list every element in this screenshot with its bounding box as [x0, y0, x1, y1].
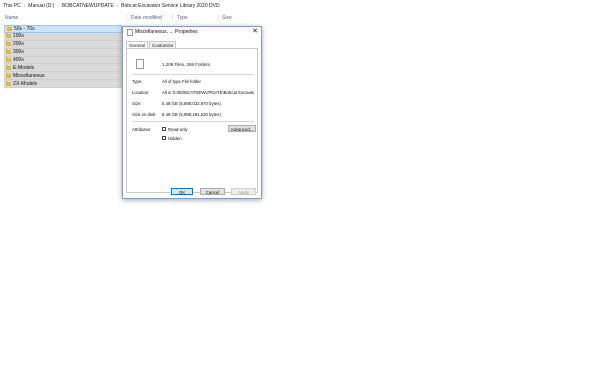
list-item[interactable]: Miscellaneous: [4, 72, 122, 81]
folder-icon: [6, 49, 11, 55]
location-label: Location:: [132, 90, 150, 95]
column-header-date[interactable]: Date modified: [131, 15, 162, 21]
breadcrumb-item-bobcatnewupdate[interactable]: BOBCATNEWUPDATE: [62, 3, 114, 9]
close-icon[interactable]: ✕: [252, 28, 258, 36]
folder-name: ZX-Models: [13, 80, 38, 87]
readonly-label[interactable]: Read-only: [168, 127, 188, 132]
chevron-right-icon: ›: [116, 3, 119, 8]
list-item[interactable]: 200s: [4, 40, 122, 49]
size-label: Size:: [132, 101, 142, 106]
list-item[interactable]: E-Models: [4, 64, 122, 73]
cancel-button[interactable]: Cancel: [200, 188, 225, 195]
hidden-label[interactable]: Hidden: [168, 136, 182, 141]
dialog-title-bar[interactable]: Miscellaneous, ... Properties ✕: [123, 27, 261, 37]
properties-dialog: Miscellaneous, ... Properties ✕ General …: [122, 26, 262, 199]
folder-icon: [6, 72, 11, 78]
document-icon: [127, 28, 133, 36]
column-divider[interactable]: [172, 14, 173, 21]
breadcrumb-item-service-library[interactable]: Bobcat Excavator Service Library 2020 DV…: [121, 3, 219, 9]
folder-icon: [6, 41, 11, 47]
dialog-title: Miscellaneous, ... Properties: [135, 29, 198, 35]
folder-icon: [6, 80, 11, 86]
column-headers: Name Date modified Type Size: [0, 13, 600, 22]
list-item[interactable]: ZX-Models: [4, 80, 122, 89]
folder-icon: [7, 25, 12, 31]
size-on-disk-label: Size on disk:: [132, 112, 157, 117]
divider: [132, 121, 254, 122]
dialog-tabs: General Customize: [126, 41, 177, 49]
breadcrumb: This PC › Manual (D:) › BOBCATNEWUPDATE …: [0, 0, 600, 11]
folder-name: 50s - 70s: [14, 25, 35, 32]
folder-name: E-Models: [13, 64, 35, 71]
apply-button[interactable]: Apply: [231, 188, 256, 195]
list-item[interactable]: 400s: [4, 56, 122, 65]
location-value: All in D:\BOBCATNEWUPDATE\Bobcat Excavat…: [162, 90, 254, 95]
list-item[interactable]: 300s: [4, 48, 122, 57]
column-header-size[interactable]: Size: [222, 15, 232, 21]
folder-icon: [6, 33, 11, 39]
column-divider[interactable]: [126, 14, 127, 21]
folder-name: Miscellaneous: [13, 72, 45, 79]
list-item[interactable]: 100s: [4, 32, 122, 41]
multiple-files-icon: [136, 58, 147, 69]
column-header-type[interactable]: Type: [177, 15, 188, 21]
folder-name: 100s: [13, 33, 24, 40]
breadcrumb-item-this-pc[interactable]: This PC: [3, 3, 21, 9]
type-value: All of type File folder: [162, 79, 201, 84]
general-panel: 1,209 Files, 288 Folders Type: All of ty…: [126, 48, 258, 193]
size-value: 5.48 GB (5,888,032,870 bytes): [162, 101, 221, 106]
folder-name: 200s: [13, 41, 24, 48]
readonly-checkbox[interactable]: [162, 127, 166, 131]
hidden-checkbox[interactable]: [162, 136, 166, 140]
folder-icon: [6, 64, 11, 70]
chevron-right-icon: ›: [57, 3, 59, 8]
type-label: Type:: [132, 79, 143, 84]
list-item[interactable]: 50s - 70s: [4, 25, 122, 33]
folder-name: 400s: [13, 57, 24, 63]
advanced-button[interactable]: Advanced...: [228, 125, 256, 132]
size-on-disk-value: 5.48 GB (5,888,491,520 bytes): [162, 112, 221, 117]
folder-icon: [6, 57, 11, 62]
ok-button[interactable]: OK: [171, 188, 193, 195]
column-header-name[interactable]: Name: [5, 15, 18, 21]
divider: [132, 74, 254, 75]
folder-name: 300s: [13, 49, 24, 56]
files-summary: 1,209 Files, 288 Folders: [162, 62, 211, 67]
column-divider[interactable]: [218, 14, 219, 21]
breadcrumb-item-manual-drive[interactable]: Manual (D:): [28, 3, 54, 9]
attributes-label: Attributes:: [132, 127, 152, 132]
file-list: 50s - 70s 100s 200s 300s 400s E-Models M…: [4, 25, 122, 89]
chevron-right-icon: ›: [23, 3, 26, 8]
